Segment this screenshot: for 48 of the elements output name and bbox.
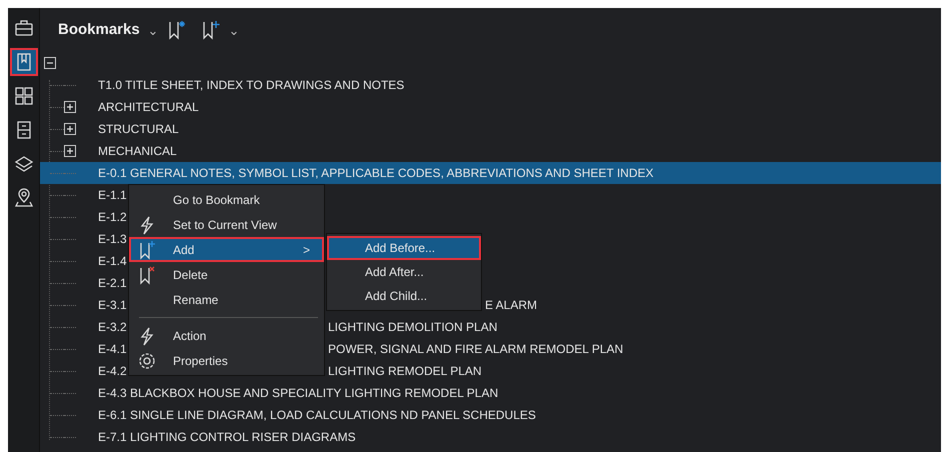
bookmark-label: E-3.2 [98, 319, 127, 336]
grid-icon [14, 86, 34, 106]
selected-row-highlight[interactable]: E-0.1 GENERAL NOTES, SYMBOL LIST, APPLICABLE CODES, ABBREVIATIONS AND SHEET INDEX [40, 162, 941, 184]
menu-item[interactable]: Properties [129, 348, 324, 373]
bookmark-label: E-6.1 SINGLE LINE DIAGRAM, LOAD CALCULATIONS ND PANEL SCHEDULES [98, 407, 536, 424]
layers-icon [14, 154, 34, 174]
panel-title: Bookmarks [58, 20, 140, 40]
bookmark-label: E-7.1 LIGHTING CONTROL RISER DIAGRAMS [98, 429, 356, 446]
map-pin-icon [14, 188, 34, 208]
bookmark-label: LIGHTING DEMOLITION PLAN [328, 319, 498, 336]
menu-item[interactable]: Action [129, 323, 324, 348]
menu-item[interactable]: Set to Current View [129, 212, 324, 237]
bookmark-plus-icon[interactable] [200, 18, 221, 42]
expand-toggle[interactable] [64, 145, 76, 157]
bookmark-star-icon[interactable] [166, 18, 187, 42]
bookmark-label: E-1.4 [98, 253, 127, 270]
menu-item[interactable]: Add Before... [327, 236, 481, 260]
menu-item[interactable]: Add Child... [327, 284, 481, 308]
bookmark-label: E-4.2 [98, 363, 127, 380]
menu-item[interactable]: Add > [129, 237, 324, 262]
bookmark-label: MECHANICAL [98, 143, 177, 160]
menu-item[interactable]: Delete [129, 262, 324, 287]
bookmark-label: E-4.1 [98, 341, 127, 358]
bookmark-label: POWER, SIGNAL AND FIRE ALARM REMODEL PLAN [328, 341, 624, 358]
dropdown-chevron[interactable]: ⌄ [228, 24, 240, 36]
dropdown-chevron[interactable]: ⌄ [148, 24, 159, 36]
expand-toggle[interactable] [64, 123, 76, 135]
sidebar-button[interactable] [10, 48, 38, 76]
bookmark-label: E-1.1 [98, 187, 127, 204]
bookmark-label: E-1.3 [98, 231, 127, 248]
menu-item[interactable]: Add After... [327, 260, 481, 284]
settings-icon [137, 350, 157, 370]
bookmark-label: LIGHTING REMODEL PLAN [328, 363, 482, 380]
bookmark-label: T1.0 TITLE SHEET, INDEX TO DRAWINGS AND NOTES [98, 77, 404, 94]
bookmark-label: E-1.2 [98, 209, 127, 226]
menu-item[interactable]: Go to Bookmark [129, 187, 324, 212]
collapse-toggle[interactable] [44, 57, 56, 69]
expand-toggle[interactable] [64, 101, 76, 113]
bookmark-label: ARCHITECTURAL [98, 99, 199, 116]
submenu-arrow: > [302, 242, 310, 258]
bookmark-label: E-2.1 [98, 275, 127, 292]
briefcase-icon [14, 18, 34, 38]
bookmark-label: E-4.3 BLACKBOX HOUSE AND SPECIALITY LIGHTING REMODEL PLAN [98, 385, 498, 402]
bookmark-label: E-0.1 GENERAL NOTES, SYMBOL LIST, APPLICABLE CODES, ABBREVIATIONS AND SHEET INDEX [98, 165, 654, 182]
bookmark-label: STRUCTURAL [98, 121, 179, 138]
bookmark-label: E ALARM [485, 297, 538, 314]
menu-item[interactable]: Rename [129, 287, 324, 312]
bookmark-label: E-3.1 [98, 297, 127, 314]
